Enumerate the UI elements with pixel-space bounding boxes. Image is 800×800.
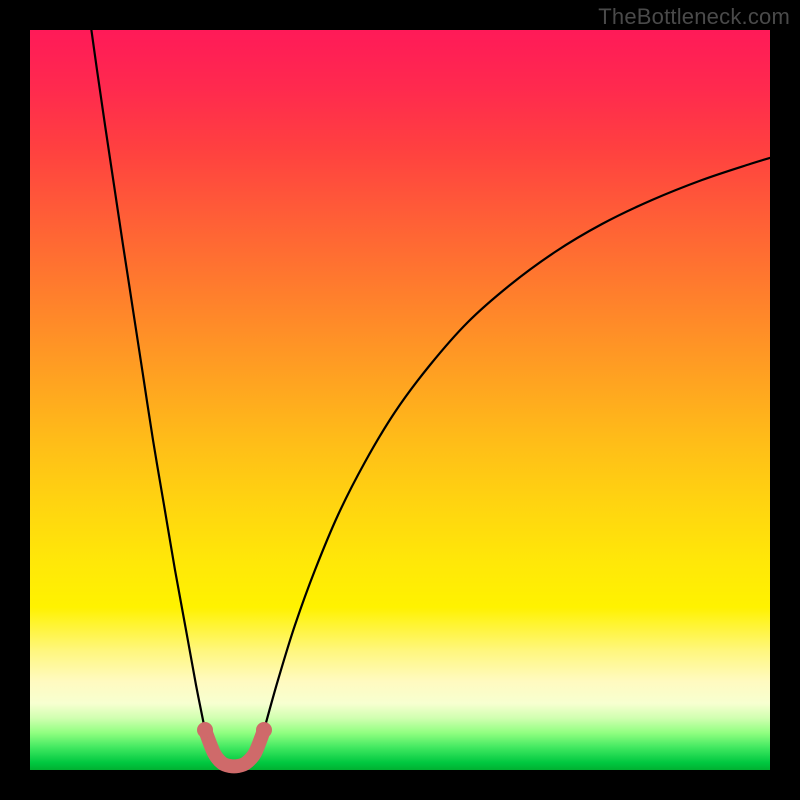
notch-curve	[205, 730, 264, 766]
curve-right-curve	[264, 155, 780, 730]
chart-frame: TheBottleneck.com	[0, 0, 800, 800]
notch-cap-left	[197, 722, 213, 738]
notch-cap-right	[256, 722, 272, 738]
curves-svg	[30, 30, 770, 770]
watermark-text: TheBottleneck.com	[598, 4, 790, 30]
curve-left-curve	[90, 20, 205, 730]
